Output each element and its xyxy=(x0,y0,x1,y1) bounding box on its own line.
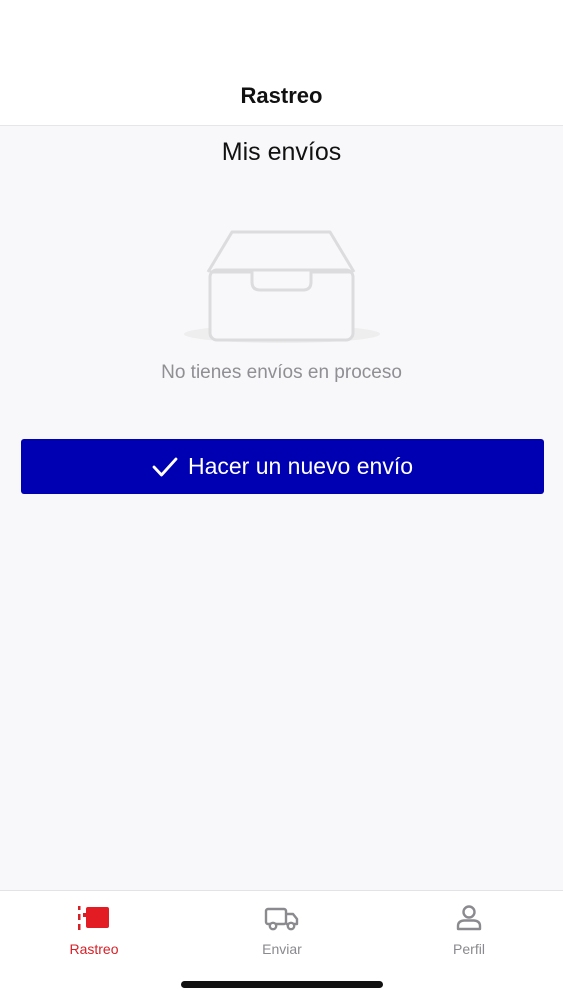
person-icon xyxy=(449,903,489,933)
page-title: Rastreo xyxy=(240,82,323,108)
tab-rastreo-label: Rastreo xyxy=(69,941,119,957)
status-bar xyxy=(0,0,563,66)
tab-enviar-label: Enviar xyxy=(262,941,302,957)
home-indicator xyxy=(181,981,383,988)
tab-perfil-label: Perfil xyxy=(453,941,485,957)
tracking-icon xyxy=(74,903,114,933)
navigation-bar: Rastreo xyxy=(0,66,563,126)
new-shipment-button-label: Hacer un nuevo envío xyxy=(187,453,414,479)
tab-rastreo[interactable]: Rastreo xyxy=(0,891,188,976)
truck-icon xyxy=(262,903,302,933)
empty-state-message: No tienes envíos en proceso xyxy=(161,362,402,383)
empty-inbox-illustration xyxy=(180,226,385,356)
tab-perfil[interactable]: Perfil xyxy=(375,891,563,976)
new-shipment-button[interactable]: Hacer un nuevo envío xyxy=(21,439,544,494)
checkmark-icon xyxy=(152,457,178,476)
section-title: Mis envíos xyxy=(221,138,342,166)
tab-enviar[interactable]: Enviar xyxy=(188,891,376,976)
